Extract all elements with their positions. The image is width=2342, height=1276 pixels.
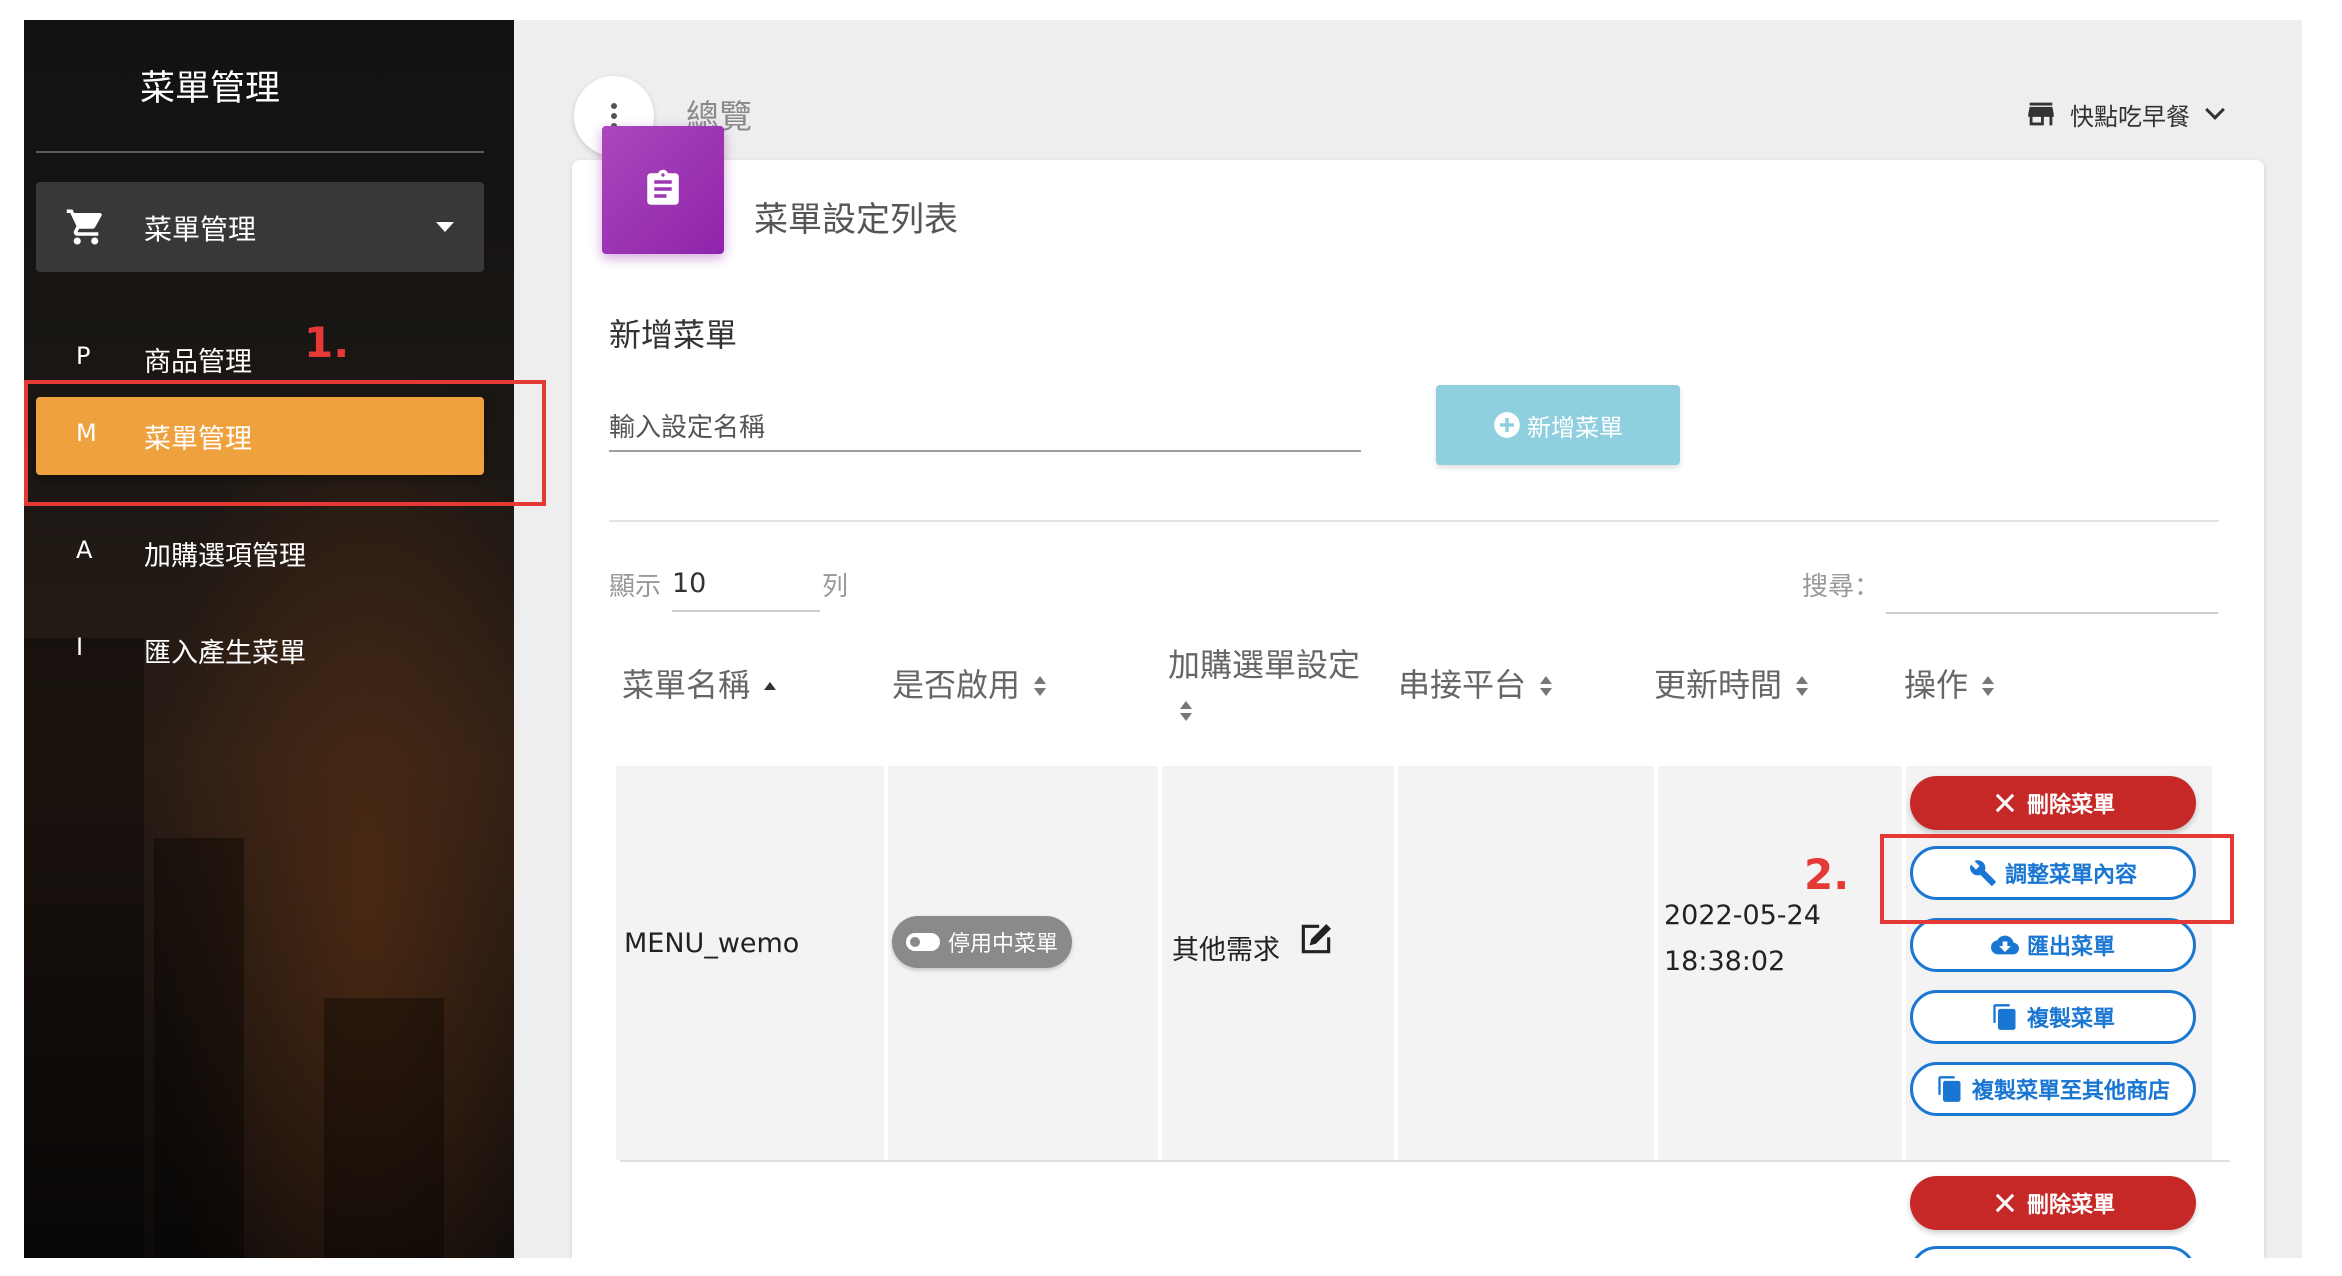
column-header-addon[interactable]: 加購選單設定 (1168, 640, 1360, 724)
updated-time: 18:38:02 (1664, 946, 1786, 977)
column-header-name[interactable]: 菜單名稱 (622, 660, 777, 706)
dot (611, 113, 617, 119)
export-menu-label: 匯出菜單 (2026, 935, 2115, 960)
annotation-box-step2 (1880, 834, 2234, 924)
annotation-box-step1 (24, 380, 546, 506)
search-label: 搜尋： (1802, 572, 1881, 602)
delete-menu-label: 刪除菜單 (2026, 1193, 2115, 1218)
column-header-updated[interactable]: 更新時間 (1654, 660, 1809, 706)
status-toggle-chip[interactable]: 停用中菜單 (892, 916, 1072, 968)
export-menu-button[interactable]: 匯出菜單 (1910, 918, 2196, 972)
sort-icon (1982, 676, 1995, 698)
column-header-enabled[interactable]: 是否啟用 (892, 660, 1047, 706)
copy-menu-to-store-label: 複製菜單至其他商店 (1971, 1079, 2170, 1104)
menu-name-cell: MENU_wemo (624, 928, 800, 959)
store-selector[interactable]: 快點吃早餐 (2024, 96, 2225, 132)
sidebar-group-menu[interactable]: 菜單管理 (36, 182, 484, 272)
copy-menu-to-store-button[interactable]: 複製菜單至其他商店 (1910, 1062, 2196, 1116)
sidebar-item-abbr: I (76, 633, 84, 661)
status-chip-label: 停用中菜單 (948, 932, 1059, 957)
toggle-off-icon (906, 933, 940, 951)
sidebar-title: 菜單管理 (140, 69, 281, 109)
edit-icon[interactable] (1296, 920, 1336, 958)
delete-menu-label: 刪除菜單 (2026, 793, 2115, 818)
close-icon (1995, 1193, 2015, 1213)
sort-asc-icon (764, 676, 777, 698)
sort-icon (1540, 676, 1553, 698)
show-entries-unit: 列 (822, 572, 849, 602)
cart-icon (66, 209, 102, 245)
column-header-label: 更新時間 (1654, 666, 1783, 704)
close-icon (1995, 793, 2015, 813)
column-header-platform[interactable]: 串接平台 (1398, 660, 1553, 706)
column-header-label: 是否啟用 (892, 666, 1021, 704)
annotation-step2: 2. (1804, 850, 1850, 899)
dot (611, 103, 617, 109)
sort-icon (1034, 676, 1047, 698)
sidebar-group-label: 菜單管理 (144, 213, 257, 246)
sidebar-item-label: 加購選項管理 (144, 541, 306, 572)
store-name: 快點吃早餐 (2070, 102, 2190, 131)
chevron-down-icon (2205, 100, 2225, 120)
sidebar-item-label: 匯入產生菜單 (144, 638, 306, 669)
page-size-select[interactable]: 10 (672, 562, 820, 612)
row-divider (620, 1160, 2230, 1162)
store-icon (2028, 102, 2054, 126)
sort-icon (1796, 676, 1809, 698)
sidebar-item-addons[interactable]: A 加購選項管理 (36, 514, 484, 592)
add-menu-heading: 新增菜單 (609, 316, 738, 354)
copy-menu-label: 複製菜單 (2026, 1007, 2115, 1032)
card-header-icon (602, 126, 724, 254)
cloud-download-icon (1990, 935, 2019, 955)
add-menu-button[interactable]: 新增菜單 (1436, 385, 1680, 465)
copy-icon (1993, 1004, 2016, 1030)
add-menu-button-label: 新增菜單 (1527, 414, 1623, 442)
column-header-label: 加購選單設定 (1168, 646, 1361, 684)
updated-date: 2022-05-24 (1664, 900, 1821, 931)
sort-icon (1180, 701, 1192, 723)
sidebar-item-label: 商品管理 (144, 347, 252, 378)
divider (609, 520, 2219, 522)
addon-setting-cell: 其他需求 (1172, 935, 1280, 966)
annotation-step1: 1. (304, 318, 350, 367)
clipboard-icon (647, 169, 679, 205)
sidebar-divider (36, 151, 484, 153)
search-input[interactable] (1886, 560, 2218, 614)
menu-name-input[interactable] (609, 406, 1361, 452)
delete-menu-button[interactable]: 刪除菜單 (1910, 776, 2196, 830)
column-header-label: 串接平台 (1398, 666, 1527, 704)
sidebar-item-abbr: P (76, 342, 91, 370)
column-header-actions[interactable]: 操作 (1904, 660, 1995, 706)
sidebar-item-import[interactable]: I 匯入產生菜單 (36, 611, 484, 689)
caret-down-icon (436, 222, 454, 232)
app-frame: 菜單管理 菜單管理 P 商品管理 M 菜單管理 A 加購選項管理 I 匯入產生菜… (24, 20, 2302, 1258)
show-entries-label: 顯示 (609, 572, 662, 602)
column-header-label: 菜單名稱 (622, 666, 751, 704)
sidebar-item-abbr: A (76, 536, 93, 564)
edit-menu-content-button[interactable] (1910, 1246, 2196, 1258)
column-header-label: 操作 (1904, 666, 1969, 704)
copy-icon (1938, 1076, 1961, 1102)
add-circle-icon (1494, 412, 1520, 438)
card-title: 菜單設定列表 (754, 200, 958, 240)
table-cell (1398, 766, 1654, 1160)
delete-menu-button[interactable]: 刪除菜單 (1910, 1176, 2196, 1230)
sidebar: 菜單管理 菜單管理 P 商品管理 M 菜單管理 A 加購選項管理 I 匯入產生菜… (24, 20, 514, 1258)
table-cell (616, 766, 884, 1160)
copy-menu-button[interactable]: 複製菜單 (1910, 990, 2196, 1044)
